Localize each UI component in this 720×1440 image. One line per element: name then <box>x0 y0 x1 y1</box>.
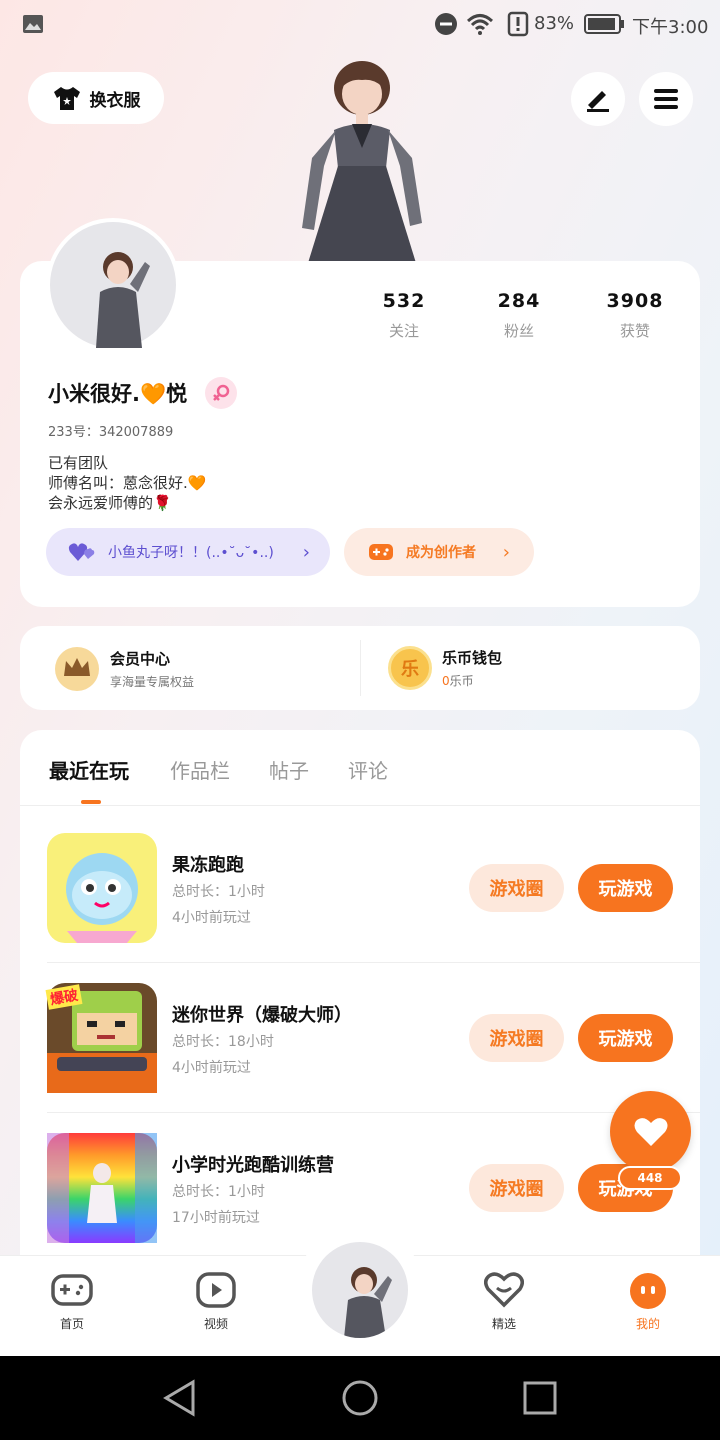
user-name: 小米很好.🧡悦 <box>48 382 188 406</box>
likes-count: 3908 <box>606 290 664 312</box>
game-icon-mini-world[interactable]: 爆破 <box>45 983 157 1097</box>
game-title: 迷你世界（爆破大师） <box>172 1005 352 1026</box>
game-duration: 总时长：1小时 <box>172 884 265 900</box>
coin-icon: 乐 <box>388 646 432 690</box>
change-clothes-button[interactable]: 换衣服 <box>28 72 164 124</box>
divider <box>20 805 700 806</box>
menu-icon <box>654 89 678 109</box>
divider <box>47 962 700 963</box>
game-icon-jelly[interactable] <box>47 833 157 947</box>
stat-following[interactable]: 532 关注 <box>354 290 454 341</box>
bio-line: 已有团队 <box>48 454 109 472</box>
image-notification-icon <box>23 15 43 33</box>
play-game-button[interactable]: 玩游戏 <box>578 1014 673 1062</box>
divider <box>360 640 361 696</box>
profile-avatar[interactable] <box>46 218 180 352</box>
nav-video-label: 视频 <box>203 1317 228 1331</box>
recents-icon[interactable] <box>523 1381 557 1415</box>
wifi-icon <box>466 14 494 35</box>
profile-face-icon <box>630 1273 666 1309</box>
do-not-disturb-icon <box>435 13 457 35</box>
battery-icon <box>584 14 624 34</box>
divider <box>47 1112 700 1113</box>
chevron-right-icon: › <box>302 541 310 563</box>
likes-label: 获赞 <box>619 322 650 340</box>
member-center[interactable]: 会员中心 享海量专属权益 <box>54 646 194 692</box>
game-title: 果冻跑跑 <box>172 855 244 876</box>
tab-recent[interactable]: 最近在玩 <box>49 755 129 784</box>
team-chip-label: 小鱼丸子呀！！(..•˘ᴗ˘•..) <box>108 545 274 561</box>
game-title: 小学时光跑酷训练营 <box>172 1155 334 1176</box>
game-last-played: 17小时前玩过 <box>172 1210 260 1226</box>
gender-badge <box>205 377 237 409</box>
nav-featured-label: 精选 <box>491 1317 516 1331</box>
like-float-button[interactable] <box>610 1091 691 1172</box>
back-icon[interactable] <box>162 1379 198 1417</box>
game-duration: 总时长：1小时 <box>172 1184 265 1200</box>
game-icon-parkour[interactable] <box>47 1133 157 1247</box>
alert-icon <box>507 11 529 37</box>
nav-mine-label: 我的 <box>635 1317 660 1331</box>
wallet-unit: 乐币 <box>449 674 474 688</box>
game-last-played: 4小时前玩过 <box>172 1060 251 1076</box>
member-sub: 享海量专属权益 <box>110 675 195 689</box>
tab-posts[interactable]: 帖子 <box>269 755 309 784</box>
game-last-played: 4小时前玩过 <box>172 910 251 926</box>
following-label: 关注 <box>388 322 419 340</box>
status-bar: 83% 下午3:00 <box>0 0 720 50</box>
nav-home-label: 首页 <box>59 1317 84 1331</box>
crown-icon <box>55 647 99 691</box>
system-nav-bar <box>0 1356 720 1440</box>
chevron-right-icon: › <box>502 541 510 563</box>
play-game-button[interactable]: 玩游戏 <box>578 864 673 912</box>
menu-button[interactable] <box>639 72 693 126</box>
user-id: 233号：342007889 <box>48 425 174 440</box>
game-duration: 总时长：18小时 <box>172 1034 274 1050</box>
tshirt-icon <box>53 87 80 110</box>
heart-outline-icon <box>484 1272 524 1308</box>
stat-followers[interactable]: 284 粉丝 <box>469 290 569 341</box>
home-icon[interactable] <box>341 1379 379 1417</box>
video-play-icon <box>196 1272 236 1308</box>
wallet[interactable]: 乐 乐币钱包 0乐币 <box>388 646 502 690</box>
like-count-badge: 448 <box>618 1166 682 1190</box>
user-bio: 已有团队 师傅名叫：蒽念很好.🧡 会永远爱师傅的🌹 <box>48 453 206 513</box>
avatar-character[interactable] <box>290 58 430 263</box>
nav-avatar-button[interactable] <box>312 1242 408 1338</box>
followers-count: 284 <box>497 290 541 312</box>
battery-percent: 83% <box>534 13 575 34</box>
gamepad-icon <box>369 544 393 560</box>
female-icon <box>213 384 230 401</box>
wallet-title: 乐币钱包 <box>442 649 503 667</box>
tab-works[interactable]: 作品栏 <box>170 755 230 784</box>
tab-comments[interactable]: 评论 <box>348 755 388 784</box>
avatar <box>344 1267 392 1338</box>
bio-line: 会永远爱师傅的🌹 <box>48 494 172 512</box>
member-title: 会员中心 <box>110 650 171 668</box>
game-circle-button[interactable]: 游戏圈 <box>469 864 564 912</box>
edit-button[interactable] <box>571 72 625 126</box>
game-circle-button[interactable]: 游戏圈 <box>469 1164 564 1212</box>
heart-icon <box>634 1117 667 1146</box>
change-clothes-label: 换衣服 <box>89 90 141 111</box>
team-hearts-icon <box>68 543 95 561</box>
team-chip[interactable]: 小鱼丸子呀！！(..•˘ᴗ˘•..) › <box>46 528 330 576</box>
bio-line: 师傅名叫：蒽念很好.🧡 <box>48 474 207 492</box>
stat-likes[interactable]: 3908 获赞 <box>585 290 685 341</box>
tab-indicator <box>81 800 101 804</box>
followers-label: 粉丝 <box>503 322 534 340</box>
creator-chip-label: 成为创作者 <box>406 545 476 561</box>
pencil-icon <box>587 91 609 112</box>
following-count: 532 <box>382 290 426 312</box>
clock: 下午3:00 <box>632 17 709 38</box>
avatar <box>50 222 176 348</box>
wallet-amount: 0 <box>442 674 450 688</box>
become-creator-button[interactable]: 成为创作者 › <box>344 528 534 576</box>
game-circle-button[interactable]: 游戏圈 <box>469 1014 564 1062</box>
gamepad-icon <box>51 1274 93 1306</box>
